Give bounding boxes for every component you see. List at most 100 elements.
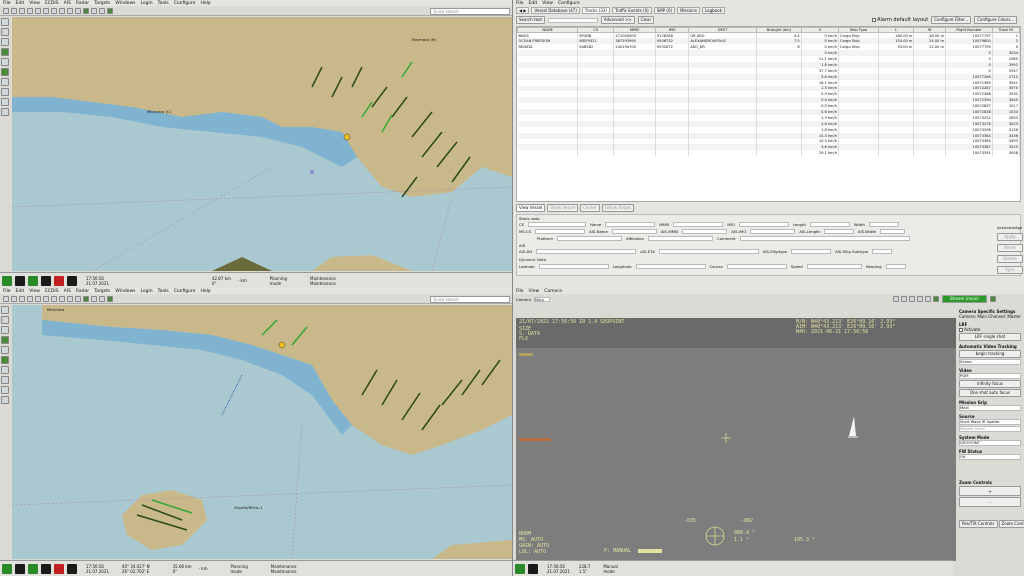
camera-select[interactable]: Main <box>533 296 550 302</box>
lrf-single-shot-button[interactable]: LRF single shot <box>959 333 1021 341</box>
measure-icon[interactable] <box>27 7 33 14</box>
search-text-input[interactable] <box>547 17 598 23</box>
zoom-in-icon[interactable] <box>3 295 9 302</box>
text-icon[interactable] <box>1 108 9 116</box>
system-mode-select[interactable]: GEOPOINT <box>959 440 1021 446</box>
menu-tools[interactable]: Tools <box>158 1 169 6</box>
menu-file[interactable]: File <box>3 1 11 6</box>
target-icon[interactable] <box>51 295 57 302</box>
status-dark-icon[interactable] <box>41 275 51 286</box>
top-quick-search[interactable]: Quick search <box>430 8 510 15</box>
tab-tracks[interactable]: Tracks (33) <box>581 7 610 14</box>
menu-windows[interactable]: Windows <box>115 1 135 6</box>
show-vessel-button[interactable]: Show Vessel <box>547 204 579 212</box>
menu-targets[interactable]: Targets <box>94 289 110 294</box>
grid-icon[interactable] <box>1 386 9 394</box>
menu-file[interactable]: File <box>516 1 524 6</box>
platform-field[interactable] <box>557 236 623 241</box>
sync-button[interactable]: Sync <box>997 266 1023 274</box>
camera-icon[interactable] <box>99 7 105 14</box>
status-black-icon[interactable] <box>528 563 538 574</box>
configure-filter-button[interactable]: Configure Filter... <box>931 16 972 24</box>
route-icon[interactable] <box>35 295 41 302</box>
pan-tilt-tab[interactable]: Pan/Tilt Controls <box>959 520 998 528</box>
status-dark-icon[interactable] <box>67 563 77 574</box>
menu-view[interactable]: View <box>529 289 540 294</box>
status-dark-icon[interactable] <box>41 563 51 574</box>
ais-imo-field[interactable] <box>750 229 796 234</box>
delete-button[interactable]: Delete <box>997 255 1023 263</box>
menu-view[interactable]: View <box>542 1 553 6</box>
ais-eta-field[interactable] <box>658 249 759 254</box>
latitude-field[interactable] <box>538 264 609 269</box>
record-icon[interactable] <box>924 296 931 302</box>
follow-target-button[interactable]: Follow Target <box>601 204 634 212</box>
pgm-select[interactable]: PGM <box>959 373 1021 379</box>
status-ok-icon[interactable] <box>28 275 38 286</box>
source-select[interactable]: Short Wave IR Spotter <box>959 419 1021 425</box>
longitude-field[interactable] <box>635 264 706 269</box>
name-field[interactable] <box>605 222 656 227</box>
ais-width-field[interactable] <box>880 229 906 234</box>
chart-tool-icon[interactable] <box>1 78 9 86</box>
status-green-icon[interactable] <box>515 563 525 574</box>
layer-icon[interactable] <box>1 356 9 364</box>
status-alarm-icon[interactable] <box>54 563 64 574</box>
mmsi-field[interactable] <box>673 222 724 227</box>
menu-camera[interactable]: Camera <box>544 289 562 294</box>
select-icon[interactable] <box>1 18 9 26</box>
track-icon[interactable] <box>107 7 113 14</box>
imo-field[interactable] <box>738 222 789 227</box>
info-icon[interactable] <box>59 7 65 14</box>
comment-field[interactable] <box>739 236 910 241</box>
menu-radar[interactable]: Radar <box>76 1 89 6</box>
camera-photo-icon[interactable] <box>900 296 907 302</box>
menu-ais[interactable]: AIS <box>64 1 71 6</box>
top-chart-view[interactable]: Mitrovica (C) Marmara (H) <box>12 17 512 271</box>
ruler-icon[interactable] <box>1 346 9 354</box>
center-button[interactable]: Center <box>580 204 600 212</box>
menu-radar[interactable]: Radar <box>76 289 89 294</box>
speed-field[interactable] <box>806 264 862 269</box>
lrf-activate-checkbox[interactable]: Activate <box>959 327 1021 332</box>
cs-field[interactable] <box>528 222 587 227</box>
settings-icon[interactable] <box>908 296 915 302</box>
zoom-in-icon[interactable] <box>3 7 9 14</box>
tab-traffic-events[interactable]: Traffic Events (0) <box>611 7 652 14</box>
zoom-out-icon[interactable] <box>11 295 17 302</box>
pan-icon[interactable] <box>19 7 25 14</box>
radar-icon[interactable] <box>75 7 81 14</box>
fw-status-select[interactable]: OK <box>959 454 1021 460</box>
status-black-icon[interactable] <box>15 275 25 286</box>
menu-login[interactable]: Login <box>140 1 152 6</box>
green-icon[interactable] <box>1 48 9 56</box>
ais-length-field[interactable] <box>823 229 854 234</box>
menu-tools[interactable]: Tools <box>158 289 169 294</box>
menu-targets[interactable]: Targets <box>94 1 110 6</box>
advanced-button[interactable]: Advanced >> <box>600 16 635 24</box>
zoom-icon[interactable] <box>1 28 9 36</box>
layers-icon[interactable] <box>43 295 49 302</box>
track-icon[interactable] <box>107 295 113 302</box>
width-field[interactable] <box>868 222 899 227</box>
menu-help[interactable]: Help <box>201 1 211 6</box>
tab-smp[interactable]: SMP (0) <box>653 7 676 14</box>
status-black-icon[interactable] <box>15 563 25 574</box>
ais-mmsi-field[interactable] <box>682 229 728 234</box>
tab-nav[interactable]: ◀ ▶ <box>516 7 530 14</box>
affiliation-field[interactable] <box>648 236 713 241</box>
configure-colors-button[interactable]: Configure Colors... <box>974 16 1018 24</box>
tab-logbook[interactable]: Logbook <box>702 7 725 14</box>
layers-icon[interactable] <box>43 7 49 14</box>
text-icon[interactable] <box>1 396 9 404</box>
begin-tracking-button[interactable]: begin tracking <box>959 350 1021 358</box>
grid-icon[interactable] <box>916 296 923 302</box>
menu-edit[interactable]: Edit <box>16 289 25 294</box>
zoom-in-button[interactable]: + <box>959 486 1021 496</box>
ais-name-field[interactable] <box>611 229 657 234</box>
settings-icon[interactable] <box>91 7 97 14</box>
search-icon[interactable] <box>1 326 9 334</box>
status-ok-icon[interactable] <box>28 563 38 574</box>
target-icon[interactable] <box>51 7 57 14</box>
view-vessel-button[interactable]: View Vessel <box>516 204 546 212</box>
